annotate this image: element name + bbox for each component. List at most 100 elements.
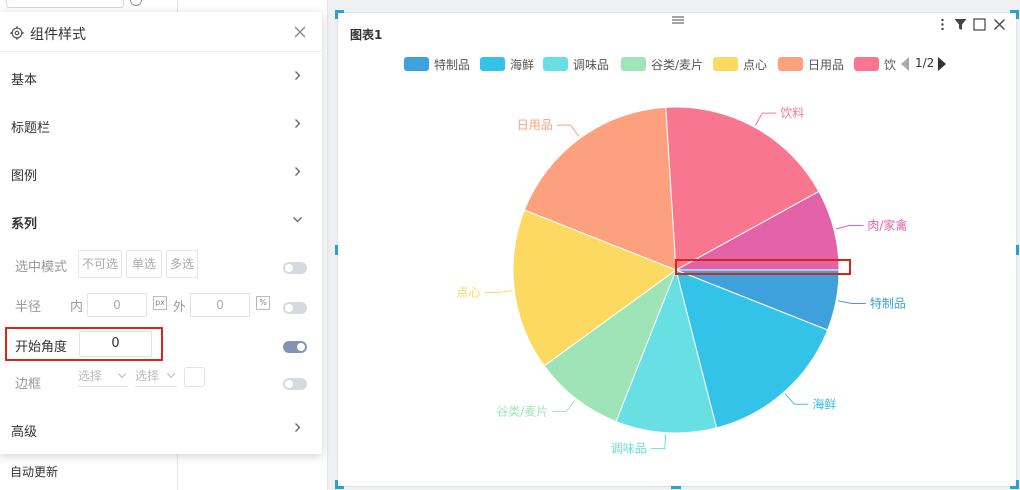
legend-item[interactable]: 饮	[854, 55, 896, 71]
slice-label-line	[835, 224, 864, 230]
start-angle-chart-highlight	[675, 259, 851, 275]
slice-label: 饮料	[780, 106, 804, 120]
chevron-right-icon	[295, 71, 301, 80]
chevron-right-icon	[295, 423, 301, 432]
chevron-down-icon	[118, 373, 126, 379]
slice-label: 调味品	[611, 442, 647, 456]
legend-label: 日用品	[808, 58, 845, 72]
background-search-icon	[130, 0, 142, 6]
slice-label-line	[784, 393, 809, 405]
selection-mode-toggle[interactable]	[283, 262, 307, 274]
pie-slice[interactable]	[512, 209, 678, 367]
border-label: 边框	[15, 377, 42, 392]
slice-label-line	[755, 112, 777, 126]
slice-label-line	[837, 300, 866, 305]
filter-icon[interactable]	[954, 18, 967, 31]
pie-slice[interactable]	[543, 268, 678, 423]
legend-label: 点心	[743, 58, 768, 72]
section-series[interactable]: 系列	[0, 201, 322, 241]
section-advanced-label: 高级	[11, 425, 38, 440]
section-title-bar-label: 标题栏	[11, 121, 51, 136]
legend-swatch	[713, 57, 738, 71]
resize-handle-right[interactable]	[1016, 245, 1019, 255]
section-title-bar[interactable]: 标题栏	[0, 105, 322, 145]
legend-label: 调味品	[573, 58, 610, 72]
slice-label-line	[552, 400, 576, 412]
legend-next-icon[interactable]	[937, 57, 947, 71]
radius-outer-input[interactable]: 0	[190, 293, 250, 317]
more-options-icon[interactable]	[936, 18, 949, 31]
radius-toggle[interactable]	[283, 302, 307, 314]
pie-slice[interactable]	[675, 269, 829, 429]
section-basic-label: 基本	[11, 73, 38, 88]
legend-label: 谷类/麦片	[651, 58, 704, 72]
pie-slice[interactable]	[523, 106, 677, 271]
slice-label: 日用品	[517, 118, 553, 132]
close-icon[interactable]	[294, 26, 306, 38]
radius-outer-unit[interactable]: %	[256, 296, 270, 310]
border-toggle[interactable]	[283, 378, 307, 390]
slice-label: 特制品	[870, 296, 906, 311]
section-advanced[interactable]: 高级	[0, 409, 322, 449]
start-angle-toggle[interactable]	[283, 341, 307, 353]
chevron-right-icon	[295, 167, 301, 176]
section-legend[interactable]: 图例	[0, 153, 322, 193]
drag-handle-icon[interactable]	[672, 15, 684, 25]
radius-inner-label: 内	[70, 300, 84, 315]
pie-slice[interactable]	[675, 269, 840, 331]
section-legend-label: 图例	[11, 169, 38, 184]
chevron-down-icon	[167, 373, 175, 379]
chart-title: 图表1	[350, 28, 383, 42]
section-basic[interactable]: 基本	[0, 57, 322, 97]
legend-swatch	[621, 57, 646, 71]
resize-corner-top-right[interactable]	[1010, 10, 1019, 19]
legend-prev-icon[interactable]	[900, 57, 910, 71]
radius-outer-label: 外	[173, 300, 187, 315]
legend-label: 海鲜	[510, 58, 535, 72]
selection-mode-multi-button[interactable]: 多选	[166, 250, 198, 278]
close-chart-icon[interactable]	[993, 18, 1006, 31]
start-angle-input[interactable]: 0	[79, 331, 152, 357]
radius-inner-unit[interactable]: px	[153, 296, 167, 310]
section-series-label: 系列	[11, 217, 38, 232]
chevron-right-icon	[295, 119, 301, 128]
slice-label-line	[484, 290, 513, 293]
auto-update-label[interactable]: 自动更新	[10, 463, 58, 480]
legend-pager: 1/2	[915, 56, 935, 70]
background-search-input[interactable]	[6, 0, 124, 8]
border-width-select-value: 选择	[135, 369, 160, 383]
slice-label-line	[556, 124, 580, 137]
pie-chart: 特制品海鲜调味品 谷类/麦片 点心 日用品 饮料肉/家禽	[456, 106, 907, 456]
gear-icon	[10, 26, 24, 40]
legend-label: 特制品	[434, 58, 471, 72]
chart-widget[interactable]: 图表1 特制品 海鲜 调味品 谷类/麦片 点心 日用品饮 1/2 特制品 海鲜 调味品 谷类/麦…	[335, 10, 1019, 489]
border-color-picker[interactable]	[184, 367, 205, 387]
resize-corner-bottom-right[interactable]	[1010, 480, 1019, 489]
legend-swatch	[543, 57, 568, 71]
panel-header: 组件样式	[0, 12, 322, 52]
resize-corner-top-left[interactable]	[335, 10, 344, 19]
resize-handle-bottom[interactable]	[671, 486, 681, 489]
selection-mode-none-button[interactable]: 不可选	[78, 250, 122, 278]
start-angle-label: 开始角度	[15, 340, 68, 355]
slice-label: 点心	[456, 285, 480, 299]
panel-title: 组件样式	[30, 27, 86, 43]
selection-mode-single-button[interactable]: 单选	[126, 250, 162, 278]
resize-handle-left[interactable]	[335, 245, 338, 255]
component-style-panel: 组件样式 基本 标题栏 图例 系列 选中模式 不可选 单选 多选 半径 内 0 …	[0, 12, 322, 454]
resize-corner-bottom-left[interactable]	[335, 480, 344, 489]
chevron-down-icon	[293, 217, 302, 223]
selection-mode-label: 选中模式	[15, 260, 68, 275]
legend-label: 饮	[884, 58, 896, 71]
border-style-select[interactable]: 选择	[78, 367, 128, 387]
pie-slice[interactable]	[665, 106, 820, 271]
slice-label: 海鲜	[812, 396, 836, 411]
maximize-icon[interactable]	[973, 18, 986, 31]
pie-slice[interactable]	[615, 268, 718, 434]
legend-swatch	[778, 57, 803, 71]
border-width-select[interactable]: 选择	[135, 367, 177, 387]
slice-label: 肉/家禽	[867, 217, 907, 232]
slice-label-line	[650, 434, 667, 450]
radius-inner-input[interactable]: 0	[87, 293, 147, 317]
slice-label: 谷类/麦片	[496, 404, 548, 418]
